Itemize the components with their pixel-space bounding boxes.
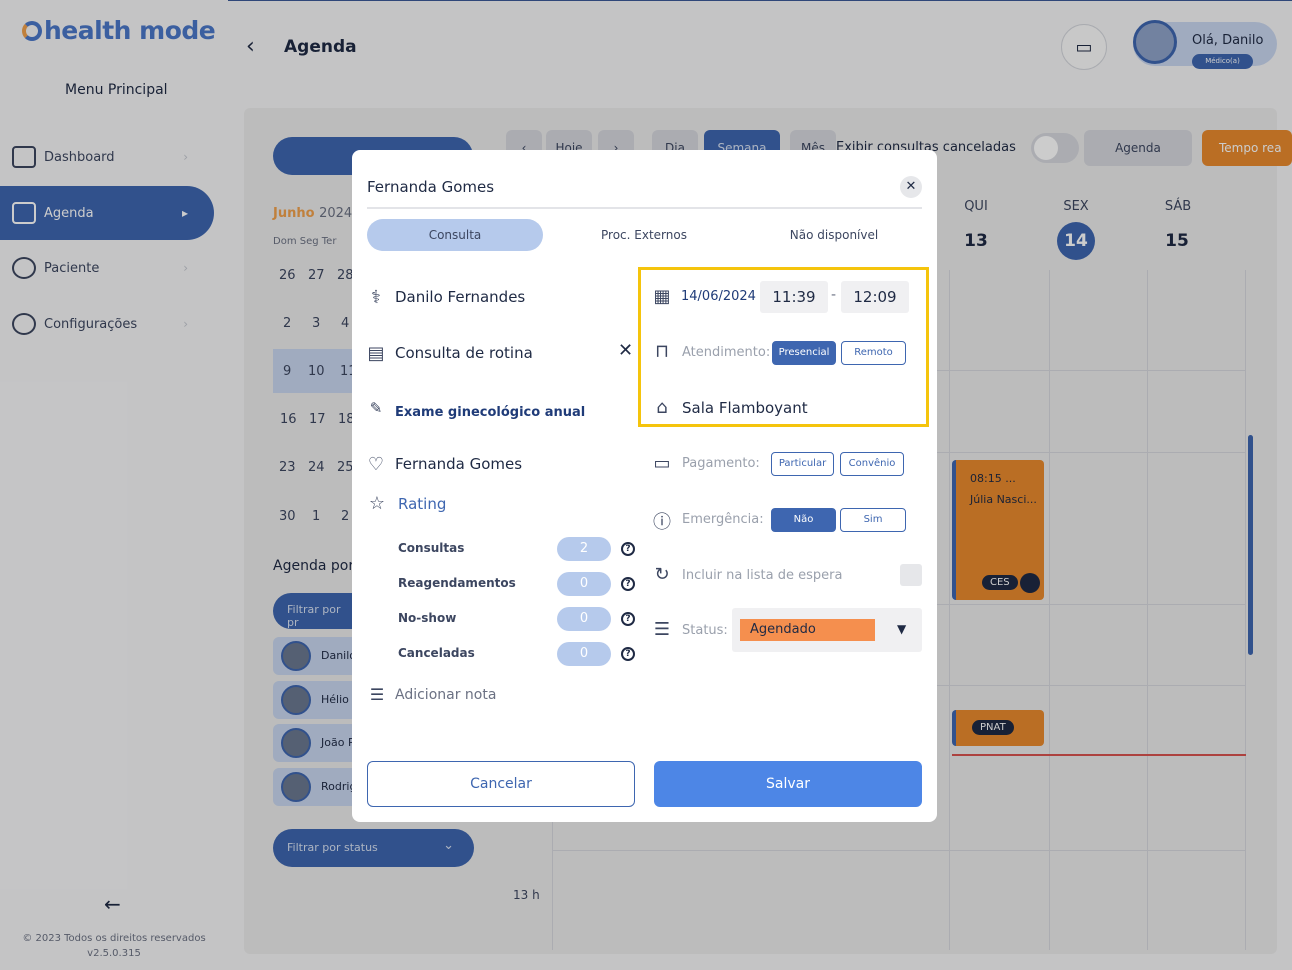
status-value: Agendado: [740, 619, 875, 641]
atendimento-label: Atendimento:: [682, 345, 771, 360]
stat-value: 0: [557, 642, 611, 666]
save-button[interactable]: Salvar: [654, 761, 922, 807]
end-time-input[interactable]: 12:09: [841, 281, 909, 313]
help-icon[interactable]: ?: [621, 542, 635, 556]
tab-consulta[interactable]: Consulta: [367, 219, 543, 251]
star-icon: ☆: [368, 493, 386, 514]
stat-value: 0: [557, 607, 611, 631]
stat-label: Reagendamentos: [398, 576, 516, 590]
particular-button[interactable]: Particular: [771, 452, 834, 476]
calendar-icon: ▦: [653, 286, 671, 307]
tab-nao-disponivel[interactable]: Não disponível: [757, 219, 911, 251]
doctor-name[interactable]: Danilo Fernandes: [395, 288, 525, 306]
emergencia-sim-button[interactable]: Sim: [840, 508, 906, 532]
help-icon[interactable]: ?: [621, 577, 635, 591]
waitlist-checkbox[interactable]: [900, 564, 922, 586]
modal-title: Fernanda Gomes: [367, 178, 495, 196]
help-icon[interactable]: ?: [621, 612, 635, 626]
stat-label: Canceladas: [398, 646, 475, 660]
emergencia-label: Emergência:: [682, 512, 764, 527]
list-icon: ☰: [653, 619, 671, 640]
help-icon[interactable]: ?: [621, 647, 635, 661]
bookmark-icon: ⊓: [654, 341, 670, 362]
doctor-icon: ⚕: [371, 287, 381, 308]
room-name[interactable]: Sala Flamboyant: [682, 399, 808, 417]
presencial-button[interactable]: Presencial: [772, 341, 836, 365]
appointment-modal: Fernanda Gomes ✕ Consulta Proc. Externos…: [352, 150, 937, 822]
caret-down-icon: ▼: [897, 622, 907, 636]
date-field[interactable]: 14/06/2024 ,: [681, 289, 764, 304]
close-button[interactable]: ✕: [900, 176, 922, 198]
cancel-button[interactable]: Cancelar: [367, 761, 635, 807]
status-label: Status:: [682, 623, 728, 638]
divider: [367, 207, 922, 209]
time-separator: -: [831, 287, 837, 303]
note-icon: ☰: [369, 685, 385, 704]
stat-value: 0: [557, 572, 611, 596]
clipboard-icon: ▤: [367, 343, 385, 364]
home-icon: ⌂: [656, 397, 668, 418]
start-time-input[interactable]: 11:39: [760, 281, 828, 313]
remoto-button[interactable]: Remoto: [841, 341, 906, 365]
close-icon: ✕: [905, 179, 917, 194]
patient-name[interactable]: Fernanda Gomes: [395, 455, 522, 473]
convenio-button[interactable]: Convênio: [840, 452, 904, 476]
wallet-icon: ▭: [653, 453, 671, 474]
pagamento-label: Pagamento:: [682, 456, 760, 471]
exam-link[interactable]: Exame ginecológico anual: [395, 405, 585, 420]
stat-value: 2: [557, 537, 611, 561]
emergencia-nao-button[interactable]: Não: [771, 508, 836, 532]
heart-icon: ♡: [367, 454, 385, 475]
stat-label: Consultas: [398, 541, 465, 555]
waitlist-label: Incluir na lista de espera: [682, 568, 843, 583]
alert-icon: ⓘ: [653, 512, 671, 533]
clear-consult-type-icon[interactable]: ✕: [618, 340, 633, 361]
consult-type[interactable]: Consulta de rotina: [395, 344, 533, 362]
tab-proc-externos[interactable]: Proc. Externos: [567, 219, 721, 251]
syringe-icon: ✎: [369, 399, 383, 417]
refresh-icon: ↻: [654, 564, 670, 585]
stat-label: No-show: [398, 611, 457, 625]
add-note-button[interactable]: Adicionar nota: [395, 687, 496, 703]
rating-label: Rating: [398, 495, 447, 513]
